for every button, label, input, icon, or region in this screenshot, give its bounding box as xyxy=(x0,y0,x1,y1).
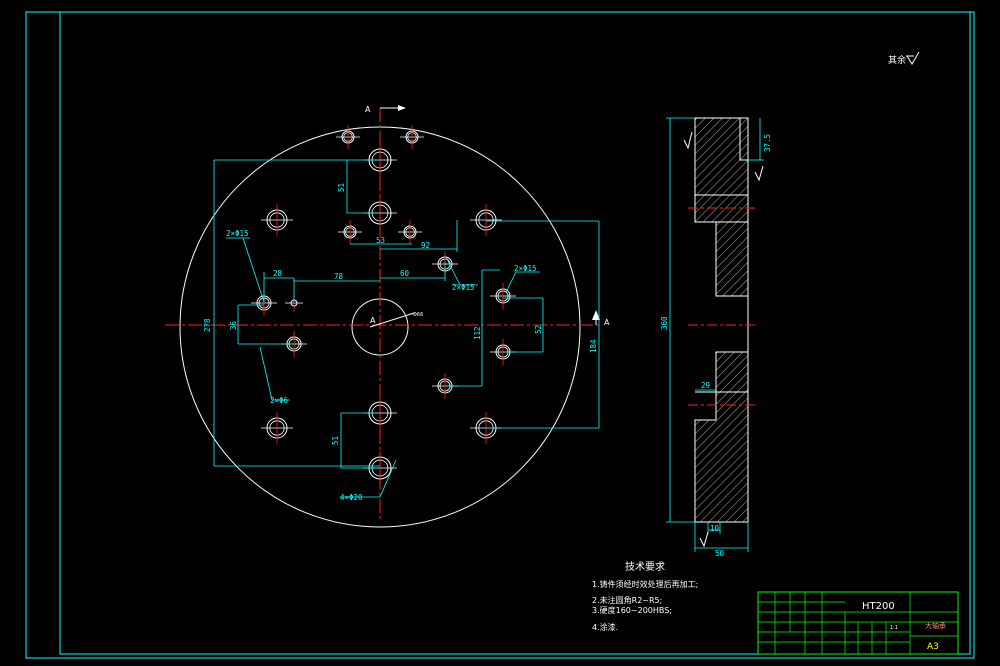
note-2x15-left: 2×Φ15 xyxy=(226,229,249,238)
dim-52: 52 xyxy=(534,325,543,334)
bore-label-a: A xyxy=(370,316,376,325)
side-roughness-icon-3 xyxy=(699,531,709,548)
dim-278: 278 xyxy=(203,318,212,332)
dim-29: 29 xyxy=(701,381,710,390)
dim-37-5: 37.5 xyxy=(763,134,772,152)
dim-184: 184 xyxy=(589,339,598,353)
inner-frame xyxy=(59,11,971,655)
tech-item-3: 3.硬度160~200HBS; xyxy=(592,605,672,615)
side-section-hatch xyxy=(694,117,749,523)
dim-51-bottom: 51 xyxy=(331,436,340,445)
sheet-size-label: A3 xyxy=(927,642,939,652)
scale-label: 1:1 xyxy=(890,625,898,631)
dim-112: 112 xyxy=(473,326,482,340)
part-name-label: 大轴承 xyxy=(925,621,946,630)
bore-diameter: Φ66 xyxy=(413,312,423,318)
dim-50: 50 xyxy=(715,549,725,558)
tech-title: 技术要求 xyxy=(625,560,665,573)
title-block: HT200 大轴承 1:1 A3 xyxy=(757,591,959,655)
drawing-canvas: 其余 A A A Φ66 278 51 53 92 28 78 60 36 11… xyxy=(25,11,975,659)
roughness-text: 其余 xyxy=(888,54,906,66)
tech-item-1: 1.铸件须经时效处理后再加工; xyxy=(592,579,698,589)
note-2x15-right: 2×Φ15 xyxy=(514,264,537,273)
section-arrow-top-head xyxy=(398,105,406,111)
dim-92: 92 xyxy=(421,241,430,250)
dim-78: 78 xyxy=(334,272,344,281)
dim-28: 28 xyxy=(273,269,283,278)
section-label-right: A xyxy=(604,318,610,327)
front-view: A A A Φ66 278 51 53 92 28 78 60 36 112 5… xyxy=(165,105,610,528)
dim-360: 360 xyxy=(660,316,669,330)
note-4x20: 4×Φ20 xyxy=(340,493,363,502)
material-label: HT200 xyxy=(862,601,895,612)
dim-53: 53 xyxy=(376,236,385,245)
side-view: 360 37.5 29 10 50 xyxy=(660,117,772,558)
roughness-symbol-icon xyxy=(906,51,920,65)
tech-item-4: 4.涂漆. xyxy=(592,622,618,632)
holes-group xyxy=(251,125,516,485)
tech-item-2: 2.未注圆角R2~R5; xyxy=(592,595,662,605)
front-dimension-texts: 278 51 53 92 28 78 60 36 112 52 184 51 2… xyxy=(203,183,598,502)
dim-10: 10 xyxy=(710,524,720,533)
side-roughness-icon-1 xyxy=(683,131,693,150)
outer-frame xyxy=(25,11,975,659)
note-2x6: 2×Φ6 xyxy=(270,396,289,405)
section-label-top: A xyxy=(365,105,371,114)
note-2x15-mid: 2×Φ15 xyxy=(452,283,475,292)
side-roughness-icon-2 xyxy=(754,165,764,182)
dim-36: 36 xyxy=(229,320,238,330)
roughness-note: 其余 xyxy=(888,51,920,66)
dim-51-top: 51 xyxy=(337,183,346,192)
dim-60: 60 xyxy=(400,269,410,278)
tech-requirements: 技术要求 1.铸件须经时效处理后再加工; 2.未注圆角R2~R5; 3.硬度16… xyxy=(592,560,698,632)
